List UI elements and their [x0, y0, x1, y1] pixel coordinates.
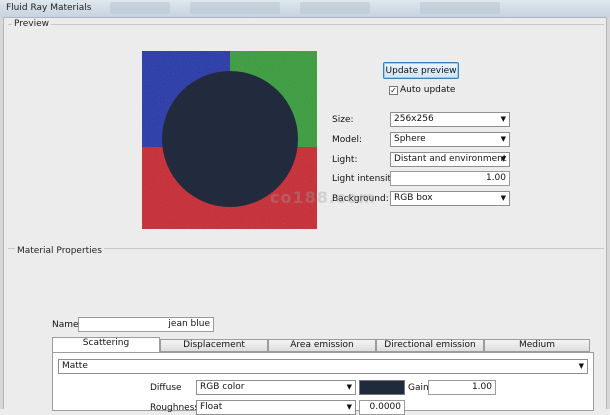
material-group-label: Material Properties — [15, 246, 104, 256]
light-select[interactable]: Distant and environment ▼ — [390, 152, 510, 167]
material-name-input[interactable]: jean blue — [78, 317, 214, 332]
auto-update-checkbox[interactable]: ✓ — [389, 86, 398, 95]
blurred-toolbar — [420, 2, 500, 14]
light-intensity-input[interactable]: 1.00 — [390, 171, 510, 186]
tab-directional-emission[interactable]: Directional emission — [376, 339, 484, 352]
size-value: 256x256 — [394, 114, 434, 124]
update-preview-button[interactable]: Update preview — [383, 62, 459, 79]
preview-group-label: Preview — [12, 19, 52, 29]
watermark-text: co188.com — [270, 188, 377, 207]
blurred-toolbar — [110, 2, 170, 14]
scattering-type-select[interactable]: Matte ▼ — [58, 359, 588, 374]
dropdown-arrow-icon: ▼ — [500, 115, 506, 123]
watermark: co188.com — [270, 180, 376, 210]
light-value: Distant and environment — [394, 154, 507, 164]
blurred-toolbar — [190, 2, 280, 14]
blurred-toolbar — [300, 2, 370, 14]
diffuse-color-swatch[interactable] — [359, 380, 405, 395]
roughness-label: Roughness — [150, 403, 200, 413]
roughness-type-select[interactable]: Float ▼ — [196, 400, 356, 415]
model-value: Sphere — [394, 134, 426, 144]
light-label: Light: — [332, 155, 358, 165]
dropdown-arrow-icon: ▼ — [500, 135, 506, 143]
size-label: Size: — [332, 115, 354, 125]
gain-input[interactable]: 1.00 — [428, 380, 496, 395]
roughness-input[interactable]: 0.0000 — [359, 400, 405, 415]
model-select[interactable]: Sphere ▼ — [390, 132, 510, 147]
scattering-type-value: Matte — [62, 361, 88, 371]
tab-scattering[interactable]: Scattering — [52, 337, 160, 352]
tab-displacement[interactable]: Displacement — [160, 339, 268, 352]
tab-area-emission[interactable]: Area emission — [268, 339, 376, 352]
diffuse-type-value: RGB color — [200, 382, 245, 392]
auto-update-label: Auto update — [400, 85, 456, 95]
diffuse-label: Diffuse — [150, 383, 182, 393]
checkmark-icon: ✓ — [390, 86, 397, 95]
gain-label: Gain — [408, 383, 429, 393]
window-title: Fluid Ray Materials — [6, 3, 92, 13]
diffuse-type-select[interactable]: RGB color ▼ — [196, 380, 356, 395]
left-border — [0, 17, 4, 409]
roughness-type-value: Float — [200, 402, 223, 412]
dropdown-arrow-icon: ▼ — [346, 403, 352, 411]
size-select[interactable]: 256x256 ▼ — [390, 112, 510, 127]
right-border — [606, 17, 610, 409]
model-label: Model: — [332, 135, 363, 145]
dropdown-arrow-icon: ▼ — [346, 383, 352, 391]
background-value: RGB box — [394, 193, 433, 203]
tab-medium[interactable]: Medium — [484, 339, 590, 352]
title-bar: Fluid Ray Materials — [0, 0, 610, 18]
dropdown-arrow-icon: ▼ — [500, 194, 506, 202]
preview-frame-top — [8, 24, 604, 25]
dropdown-arrow-icon: ▼ — [500, 155, 506, 163]
dropdown-arrow-icon: ▼ — [578, 362, 584, 370]
background-select[interactable]: RGB box ▼ — [390, 191, 510, 206]
name-label: Name — [52, 320, 79, 330]
